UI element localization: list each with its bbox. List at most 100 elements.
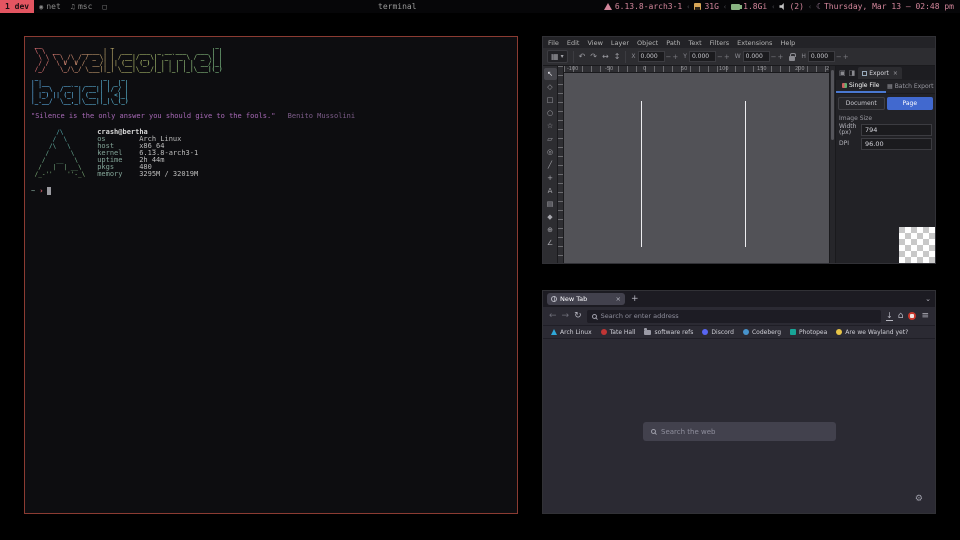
bookmarks-bar: Arch Linux Tate Hall software refs Disco… <box>543 326 935 339</box>
shell-prompt[interactable]: ~ › <box>31 187 511 195</box>
bookmark-discord[interactable]: Discord <box>702 329 734 336</box>
menu-filters[interactable]: Filters <box>710 39 729 47</box>
menu-help[interactable]: Help <box>780 39 795 47</box>
menu-text[interactable]: Text <box>689 39 702 47</box>
increment-button[interactable]: + <box>672 53 678 61</box>
workspace-2-net[interactable]: ◉ net <box>34 0 66 13</box>
x-coordinate-field[interactable]: X 0.000 −+ <box>631 51 678 62</box>
tab-single-file[interactable]: Single File <box>836 80 886 93</box>
star-tool-icon[interactable]: ☆ <box>544 120 557 132</box>
rectangle-tool-icon[interactable]: □ <box>544 94 557 106</box>
menu-icon[interactable]: ≡ <box>921 311 929 321</box>
vertical-ruler <box>558 66 564 263</box>
web-search-input[interactable] <box>661 428 828 436</box>
menu-extensions[interactable]: Extensions <box>737 39 772 47</box>
decrement-button[interactable]: − <box>666 53 672 61</box>
browser-tab-new-tab[interactable]: New Tab × <box>547 293 625 305</box>
selection-mode-dropdown[interactable]: ▦▾ <box>547 50 568 63</box>
spiral-tool-icon[interactable]: ◎ <box>544 146 557 158</box>
increment-button[interactable]: + <box>724 53 730 61</box>
export-width-input[interactable] <box>861 124 932 136</box>
menu-edit[interactable]: Edit <box>567 39 580 47</box>
ruler-tick: 50 <box>681 66 687 72</box>
selector-tool-icon[interactable]: ↖ <box>544 68 557 80</box>
personalize-gear-icon[interactable]: ⚙ <box>915 494 923 504</box>
bookmark-codeberg[interactable]: Codeberg <box>743 329 781 336</box>
tab-batch-export[interactable]: ▦ Batch Export <box>886 80 936 93</box>
downloads-icon[interactable]: ↓ <box>886 312 893 321</box>
url-input[interactable] <box>601 312 876 320</box>
workspace-4[interactable]: □ <box>97 0 111 13</box>
y-coordinate-field[interactable]: Y 0.000 −+ <box>683 51 729 62</box>
rotate-ccw-icon[interactable]: ↶ <box>579 52 586 61</box>
flip-horizontal-icon[interactable]: ↔ <box>602 52 609 61</box>
separator: ‹ <box>686 3 690 11</box>
decrement-button[interactable]: − <box>717 53 723 61</box>
list-tabs-chevron-icon[interactable]: ⌄ <box>925 295 931 303</box>
close-icon[interactable]: × <box>893 70 898 77</box>
scrollbar-thumb[interactable] <box>831 70 834 140</box>
zoom-tool-icon[interactable]: ⊕ <box>544 224 557 236</box>
decrement-button[interactable]: − <box>771 53 777 61</box>
close-tab-icon[interactable]: × <box>616 295 621 303</box>
measure-tool-icon[interactable]: ∠ <box>544 237 557 249</box>
width-field[interactable]: W 0.000 −+ <box>735 51 784 62</box>
document-button[interactable]: Document <box>838 97 885 110</box>
text-tool-icon[interactable]: A <box>544 185 557 197</box>
forward-button[interactable]: → <box>562 311 570 321</box>
export-dialog-tab[interactable]: Export × <box>858 67 902 79</box>
separator: ‹ <box>808 3 812 11</box>
menu-object[interactable]: Object <box>637 39 658 47</box>
bookmark-software-refs[interactable]: software refs <box>644 329 693 336</box>
home-icon[interactable]: ⌂ <box>898 311 904 321</box>
workspace-3-msc[interactable]: ♫ msc <box>66 0 98 13</box>
pencil-tool-icon[interactable]: ╱ <box>544 159 557 171</box>
terminal-window[interactable]: __ _ _ \ \ __ _____ | | ___ ___ _ __ ___… <box>24 36 518 514</box>
dropper-tool-icon[interactable]: ◆ <box>544 211 557 223</box>
page-button[interactable]: Page <box>887 97 934 110</box>
x-value[interactable]: 0.000 <box>638 51 665 62</box>
increment-button[interactable]: + <box>778 53 784 61</box>
bookmark-photopea[interactable]: Photopea <box>790 329 827 336</box>
increment-button[interactable]: + <box>843 53 849 61</box>
box3d-tool-icon[interactable]: ▱ <box>544 133 557 145</box>
web-search-box[interactable] <box>643 422 836 441</box>
dpi-label: DPI <box>839 141 859 147</box>
height-field[interactable]: H 0.000 −+ <box>801 51 848 62</box>
dialog-settings-icon[interactable]: ▣ <box>839 69 846 77</box>
square-icon: □ <box>102 3 106 11</box>
menu-file[interactable]: File <box>548 39 559 47</box>
dialog-float-icon[interactable]: ◨ <box>849 69 856 77</box>
menu-path[interactable]: Path <box>666 39 680 47</box>
reload-button[interactable]: ↻ <box>574 311 582 321</box>
flip-vertical-icon[interactable]: ↕ <box>614 52 621 61</box>
url-bar[interactable] <box>587 310 881 323</box>
ellipse-tool-icon[interactable]: ○ <box>544 107 557 119</box>
canvas[interactable]: -100 -50 0 50 100 150 200 250 <box>558 66 829 263</box>
menu-view[interactable]: View <box>587 39 602 47</box>
y-label: Y <box>683 53 687 60</box>
workspace-1-dev[interactable]: 1 dev <box>0 0 34 13</box>
export-tab-label: Export <box>869 70 889 77</box>
y-value[interactable]: 0.000 <box>689 51 716 62</box>
new-tab-button[interactable]: + <box>631 294 639 304</box>
quote-text: "Silence is the only answer you should g… <box>31 112 275 120</box>
disk-icon <box>694 3 701 10</box>
decrement-button[interactable]: − <box>836 53 842 61</box>
w-value[interactable]: 0.000 <box>743 51 770 62</box>
gradient-tool-icon[interactable]: ▤ <box>544 198 557 210</box>
menu-layer[interactable]: Layer <box>611 39 629 47</box>
export-dpi-input[interactable] <box>861 138 932 150</box>
pen-tool-icon[interactable]: + <box>544 172 557 184</box>
bookmark-arch-linux[interactable]: Arch Linux <box>551 329 592 336</box>
lock-ratio-icon[interactable] <box>789 56 795 61</box>
bookmark-tate-hall[interactable]: Tate Hall <box>601 329 636 336</box>
inkscape-main: ↖ ◇ □ ○ ☆ ▱ ◎ ╱ + A ▤ ◆ ⊕ ∠ -100 -50 <box>543 66 935 263</box>
rotate-cw-icon[interactable]: ↷ <box>590 52 597 61</box>
extension-icon[interactable] <box>908 312 916 320</box>
bookmark-are-we-wayland-yet[interactable]: Are we Wayland yet? <box>836 329 908 336</box>
node-tool-icon[interactable]: ◇ <box>544 81 557 93</box>
ruler-tick: 0 <box>643 66 646 72</box>
back-button[interactable]: ← <box>549 311 557 321</box>
h-value[interactable]: 0.000 <box>808 51 835 62</box>
